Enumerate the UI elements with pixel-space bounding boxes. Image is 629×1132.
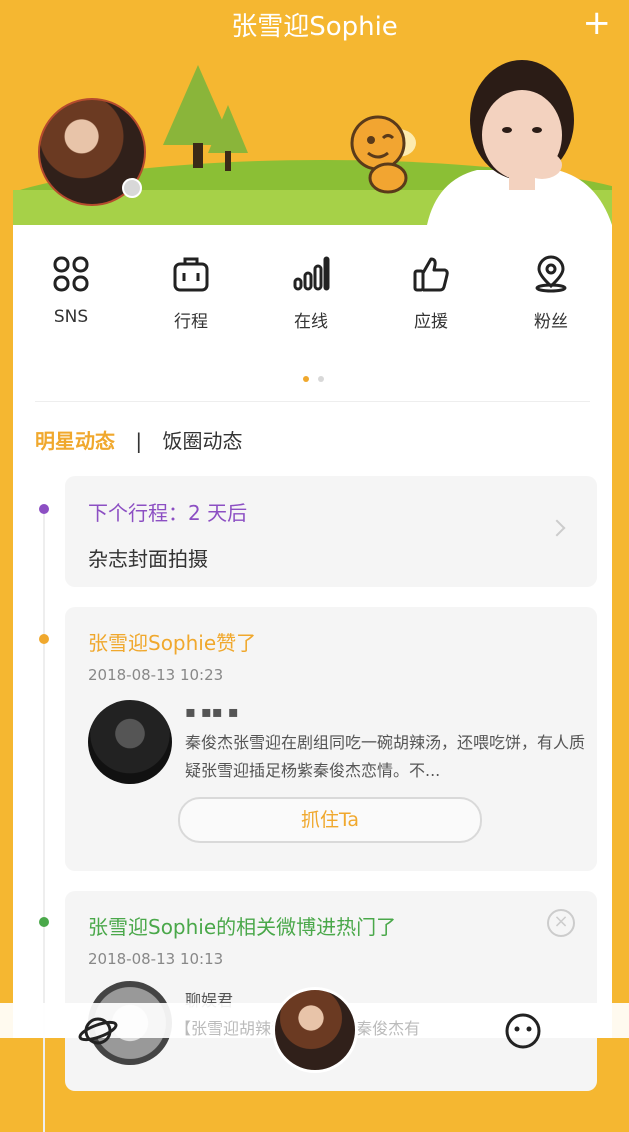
plus-icon[interactable]: + <box>583 6 612 40</box>
nav-support[interactable]: 应援 <box>386 255 476 332</box>
main-card: SNS 行程 在线 应援 粉丝 明星动态 | 饭圈动态 下个行程：2 天后 杂志… <box>13 225 612 1132</box>
bee-mascot-icon <box>350 115 416 194</box>
top-bar: 张雪迎Sophie + <box>0 0 629 50</box>
page-dot-active <box>303 376 309 382</box>
nav-online[interactable]: 在线 <box>266 255 356 332</box>
thumbs-up-icon <box>413 257 449 292</box>
nav-sns[interactable]: SNS <box>26 255 116 327</box>
tree-icon <box>208 105 248 171</box>
catch-button[interactable]: 抓住Ta <box>178 797 482 843</box>
nav-label: 在线 <box>294 312 328 332</box>
signal-bars-icon <box>293 256 330 291</box>
nav-label: SNS <box>53 307 89 327</box>
trending-heading: 张雪迎Sophie的相关微博进热门了 <box>88 915 397 939</box>
grid-icon <box>53 256 89 292</box>
schedule-card[interactable]: 下个行程：2 天后 杂志封面拍摄 <box>65 476 597 587</box>
tab-separator: | <box>135 429 143 453</box>
feed-tabs: 明星动态 | 饭圈动态 <box>35 425 242 454</box>
center-avatar-button[interactable] <box>272 987 358 1073</box>
nav-label: 应援 <box>414 312 448 332</box>
chevron-right-icon <box>548 519 566 537</box>
like-heading: 张雪迎Sophie赞了 <box>88 631 257 655</box>
timeline-line <box>43 512 45 1132</box>
post-time: 2018-08-13 10:13 <box>88 950 224 968</box>
close-icon[interactable]: × <box>547 909 575 937</box>
post-user-blurred: ▪ ▪▪ ▪ <box>185 702 239 721</box>
schedule-heading: 下个行程：2 天后 <box>88 501 248 525</box>
star-photo <box>427 60 612 225</box>
nav-schedule[interactable]: 行程 <box>146 255 236 332</box>
timeline-dot <box>39 917 49 927</box>
page-indicator <box>301 367 326 386</box>
tab-star-news[interactable]: 明星动态 <box>35 429 115 453</box>
bottom-bar: 【张雪迎胡辣汤 八月杨紫秦俊杰有 <box>0 987 629 1073</box>
suitcase-icon <box>173 257 209 292</box>
nav-label: 行程 <box>174 312 208 332</box>
post-time: 2018-08-13 10:23 <box>88 666 224 684</box>
planet-icon[interactable] <box>78 1011 118 1051</box>
timeline-dot <box>39 634 49 644</box>
nav-label: 粉丝 <box>534 312 568 332</box>
like-card[interactable]: 张雪迎Sophie赞了 2018-08-13 10:23 ▪ ▪▪ ▪ 秦俊杰张… <box>65 607 597 871</box>
nav-fans[interactable]: 粉丝 <box>506 255 596 332</box>
chat-face-icon[interactable] <box>503 1011 543 1051</box>
tab-fan-news[interactable]: 饭圈动态 <box>162 429 242 453</box>
page-title: 张雪迎Sophie <box>231 12 398 42</box>
location-pin-icon <box>535 255 567 293</box>
post-text: 秦俊杰张雪迎在剧组同吃一碗胡辣汤，还喂吃饼，有人质疑张雪迎插足杨紫秦俊杰恋情。不… <box>185 733 586 780</box>
page-dot <box>318 376 325 382</box>
post-avatar[interactable] <box>88 700 172 784</box>
divider <box>35 401 590 402</box>
schedule-subtitle: 杂志封面拍摄 <box>88 547 208 571</box>
online-status-dot <box>122 178 142 198</box>
timeline-dot <box>39 504 49 514</box>
